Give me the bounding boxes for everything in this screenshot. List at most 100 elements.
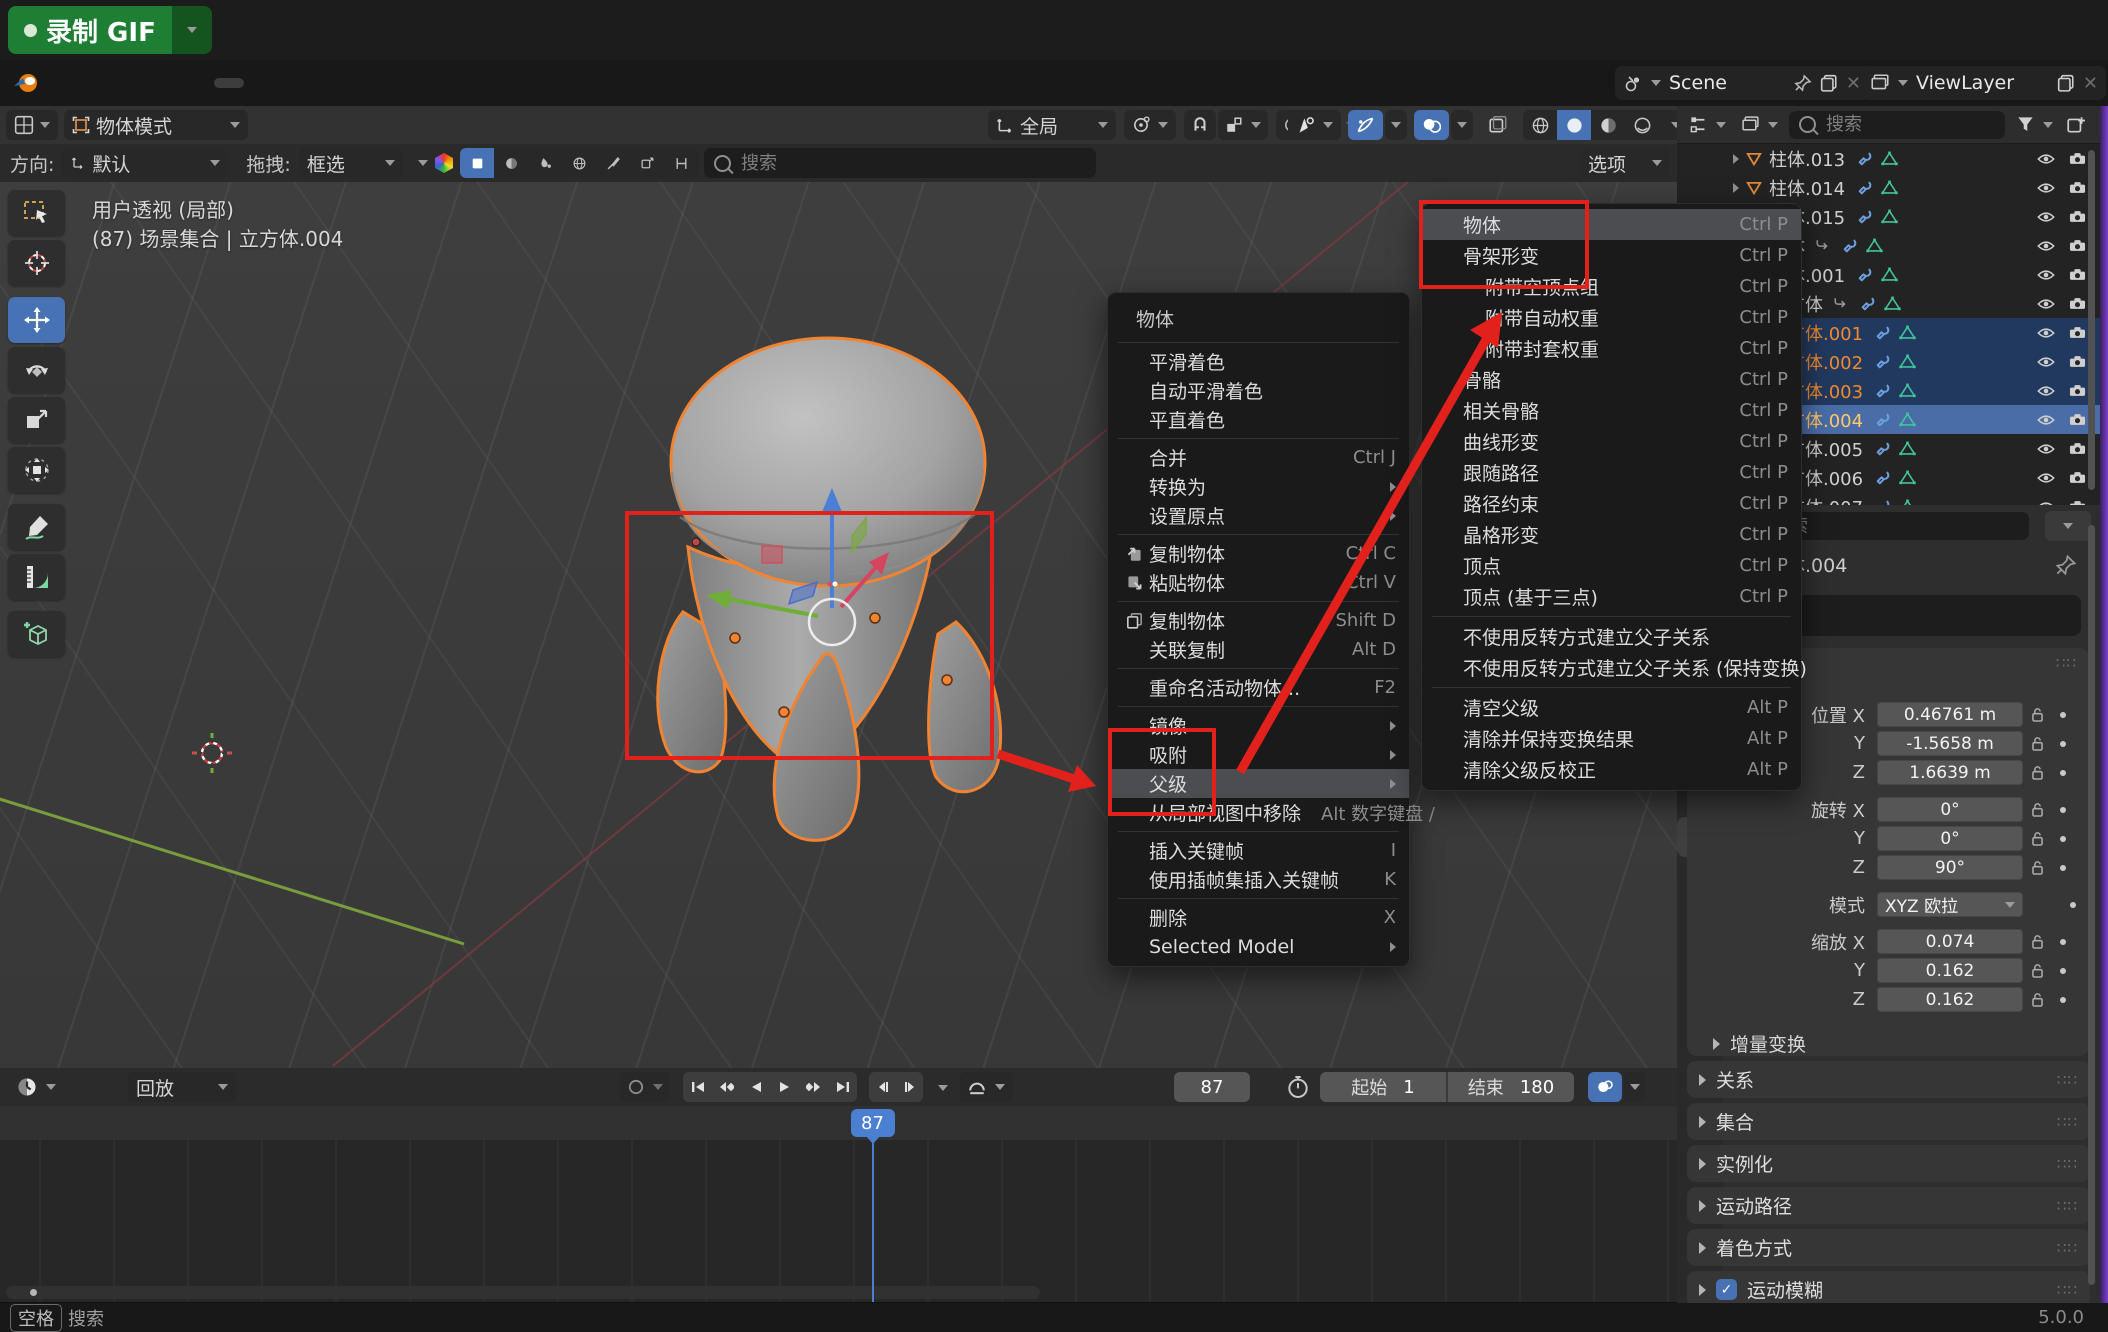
filter-world-button[interactable] — [562, 148, 596, 178]
value-field[interactable]: 0.162 — [1877, 958, 2023, 983]
property-section-header[interactable]: 着色方式 ∷∷ — [1687, 1229, 2090, 1266]
eye-icon[interactable] — [2037, 356, 2055, 368]
lock-icon[interactable] — [2031, 736, 2044, 752]
animate-dot[interactable] — [2060, 997, 2066, 1003]
pin-id-icon[interactable] — [2055, 554, 2077, 576]
shading-wireframe-button[interactable] — [1523, 110, 1557, 140]
property-section-header[interactable]: 关系 ∷∷ — [1687, 1061, 2090, 1098]
viewport-search[interactable] — [704, 148, 1096, 178]
mode-selector[interactable]: 物体模式 — [64, 110, 248, 140]
outliner-filter-button[interactable] — [2012, 110, 2057, 140]
pivot-point-button[interactable] — [1124, 110, 1176, 140]
viewlayer-selector[interactable]: ViewLayer ✕ — [1862, 66, 2106, 100]
camera-icon[interactable] — [2069, 239, 2086, 252]
value-field[interactable]: 0° — [1877, 797, 2023, 822]
outliner-search[interactable] — [1789, 111, 2005, 139]
xray-dropdown[interactable] — [1451, 110, 1473, 140]
tool-transform[interactable] — [8, 447, 65, 493]
camera-icon[interactable] — [2069, 152, 2086, 165]
xray-toggle-button[interactable] — [1414, 110, 1449, 140]
transform-orientation-selector[interactable]: 全局 — [988, 110, 1116, 140]
start-frame-field[interactable]: 起始 1 — [1320, 1072, 1446, 1102]
step-back-button[interactable] — [869, 1072, 896, 1102]
current-frame-field[interactable]: 87 — [1174, 1072, 1250, 1102]
eye-icon[interactable] — [2037, 240, 2055, 252]
properties-scrollbar[interactable] — [2088, 525, 2095, 1285]
animate-dot[interactable] — [2060, 968, 2066, 974]
value-field[interactable]: 90° — [1877, 855, 2023, 880]
outliner-search-input[interactable] — [1824, 113, 1995, 136]
overlays-dropdown[interactable] — [1385, 110, 1407, 140]
snap-toggle-button[interactable] — [1184, 110, 1216, 140]
workspace-tab[interactable] — [214, 78, 244, 88]
expand-chevron-icon[interactable] — [1733, 183, 1739, 193]
editor-type-button[interactable] — [6, 110, 58, 140]
outliner-display-mode-button[interactable] — [1737, 110, 1782, 140]
eye-icon[interactable] — [2037, 153, 2055, 165]
filter-brush-button[interactable] — [596, 148, 630, 178]
workspace-tab[interactable] — [246, 78, 276, 88]
filter-duplicate-button[interactable] — [630, 148, 664, 178]
playhead[interactable]: 87 — [851, 1109, 895, 1137]
record-gif-button[interactable]: 录制 GIF — [8, 6, 212, 54]
outliner-scrollbar[interactable] — [2088, 150, 2095, 490]
tool-add-primitive[interactable] — [8, 611, 65, 657]
shading-material-button[interactable] — [1591, 110, 1625, 140]
tool-scale[interactable] — [8, 397, 65, 443]
value-field[interactable]: 0.074 — [1877, 929, 2023, 954]
lock-icon[interactable] — [2031, 765, 2044, 781]
camera-icon[interactable] — [2069, 268, 2086, 281]
jump-to-start-button[interactable] — [683, 1072, 712, 1102]
value-field[interactable]: -1.5658 m — [1877, 731, 2023, 756]
drag-setting-dropdown[interactable]: 框选 — [299, 148, 403, 178]
menu-item[interactable]: Selected Model — [1108, 932, 1409, 961]
eye-icon[interactable] — [2037, 269, 2055, 281]
new-viewlayer-icon[interactable] — [2057, 74, 2075, 92]
animate-dot[interactable] — [2060, 865, 2066, 871]
properties-options-button[interactable] — [2045, 511, 2091, 541]
playhead-line[interactable] — [872, 1140, 874, 1302]
record-gif-dropdown[interactable] — [172, 6, 212, 54]
animate-dot[interactable] — [2070, 902, 2076, 908]
camera-icon[interactable] — [2069, 181, 2086, 194]
tool-move[interactable] — [8, 297, 65, 343]
object-color-icon[interactable] — [434, 153, 454, 173]
camera-icon[interactable] — [2069, 384, 2086, 397]
lock-icon[interactable] — [2031, 707, 2044, 723]
workspace-tab[interactable] — [310, 78, 340, 88]
workspace-tab[interactable] — [374, 78, 404, 88]
prev-keyframe-button[interactable] — [712, 1072, 741, 1102]
section-checkbox[interactable]: ✓ — [1716, 1279, 1737, 1300]
blender-logo[interactable] — [12, 70, 40, 96]
outliner-row[interactable]: 柱体.013 — [1677, 144, 2100, 173]
value-field[interactable]: 0.46761 m — [1877, 702, 2023, 727]
eye-icon[interactable] — [2037, 211, 2055, 223]
workspace-tab[interactable] — [438, 78, 468, 88]
outliner-row[interactable]: 柱体.014 — [1677, 173, 2100, 202]
snap-settings-button[interactable] — [1218, 110, 1268, 140]
property-section-header[interactable]: 集合 ∷∷ — [1687, 1103, 2090, 1140]
value-field[interactable]: 1.6639 m — [1877, 760, 2023, 785]
animate-dot[interactable] — [2060, 807, 2066, 813]
workspace-tab[interactable] — [406, 78, 436, 88]
animate-dot[interactable] — [2060, 939, 2066, 945]
camera-icon[interactable] — [2069, 442, 2086, 455]
auto-keyframe-button[interactable] — [1588, 1072, 1622, 1102]
step-dropdown-icon[interactable] — [938, 1085, 948, 1091]
delta-transform-header[interactable]: 增量变换 — [1687, 1014, 2089, 1057]
next-keyframe-button[interactable] — [799, 1072, 828, 1102]
panel-grip[interactable]: ∷∷ — [2056, 654, 2077, 672]
tool-cursor[interactable] — [8, 240, 65, 286]
section-grip[interactable]: ∷∷ — [2057, 1197, 2078, 1215]
property-section-header[interactable]: 实例化 ∷∷ — [1687, 1145, 2090, 1182]
tool-annotate[interactable] — [8, 504, 65, 550]
workspace-tab[interactable] — [502, 78, 532, 88]
orientation-setting-dropdown[interactable]: 默认 — [62, 148, 228, 178]
outliner-editor-button[interactable] — [1685, 110, 1730, 140]
lock-icon[interactable] — [2031, 992, 2044, 1008]
jump-to-end-button[interactable] — [828, 1072, 857, 1102]
viewport-search-input[interactable] — [739, 152, 1086, 175]
animate-dot[interactable] — [2060, 836, 2066, 842]
value-field[interactable]: 0° — [1877, 826, 2023, 851]
play-reverse-button[interactable] — [741, 1072, 770, 1102]
